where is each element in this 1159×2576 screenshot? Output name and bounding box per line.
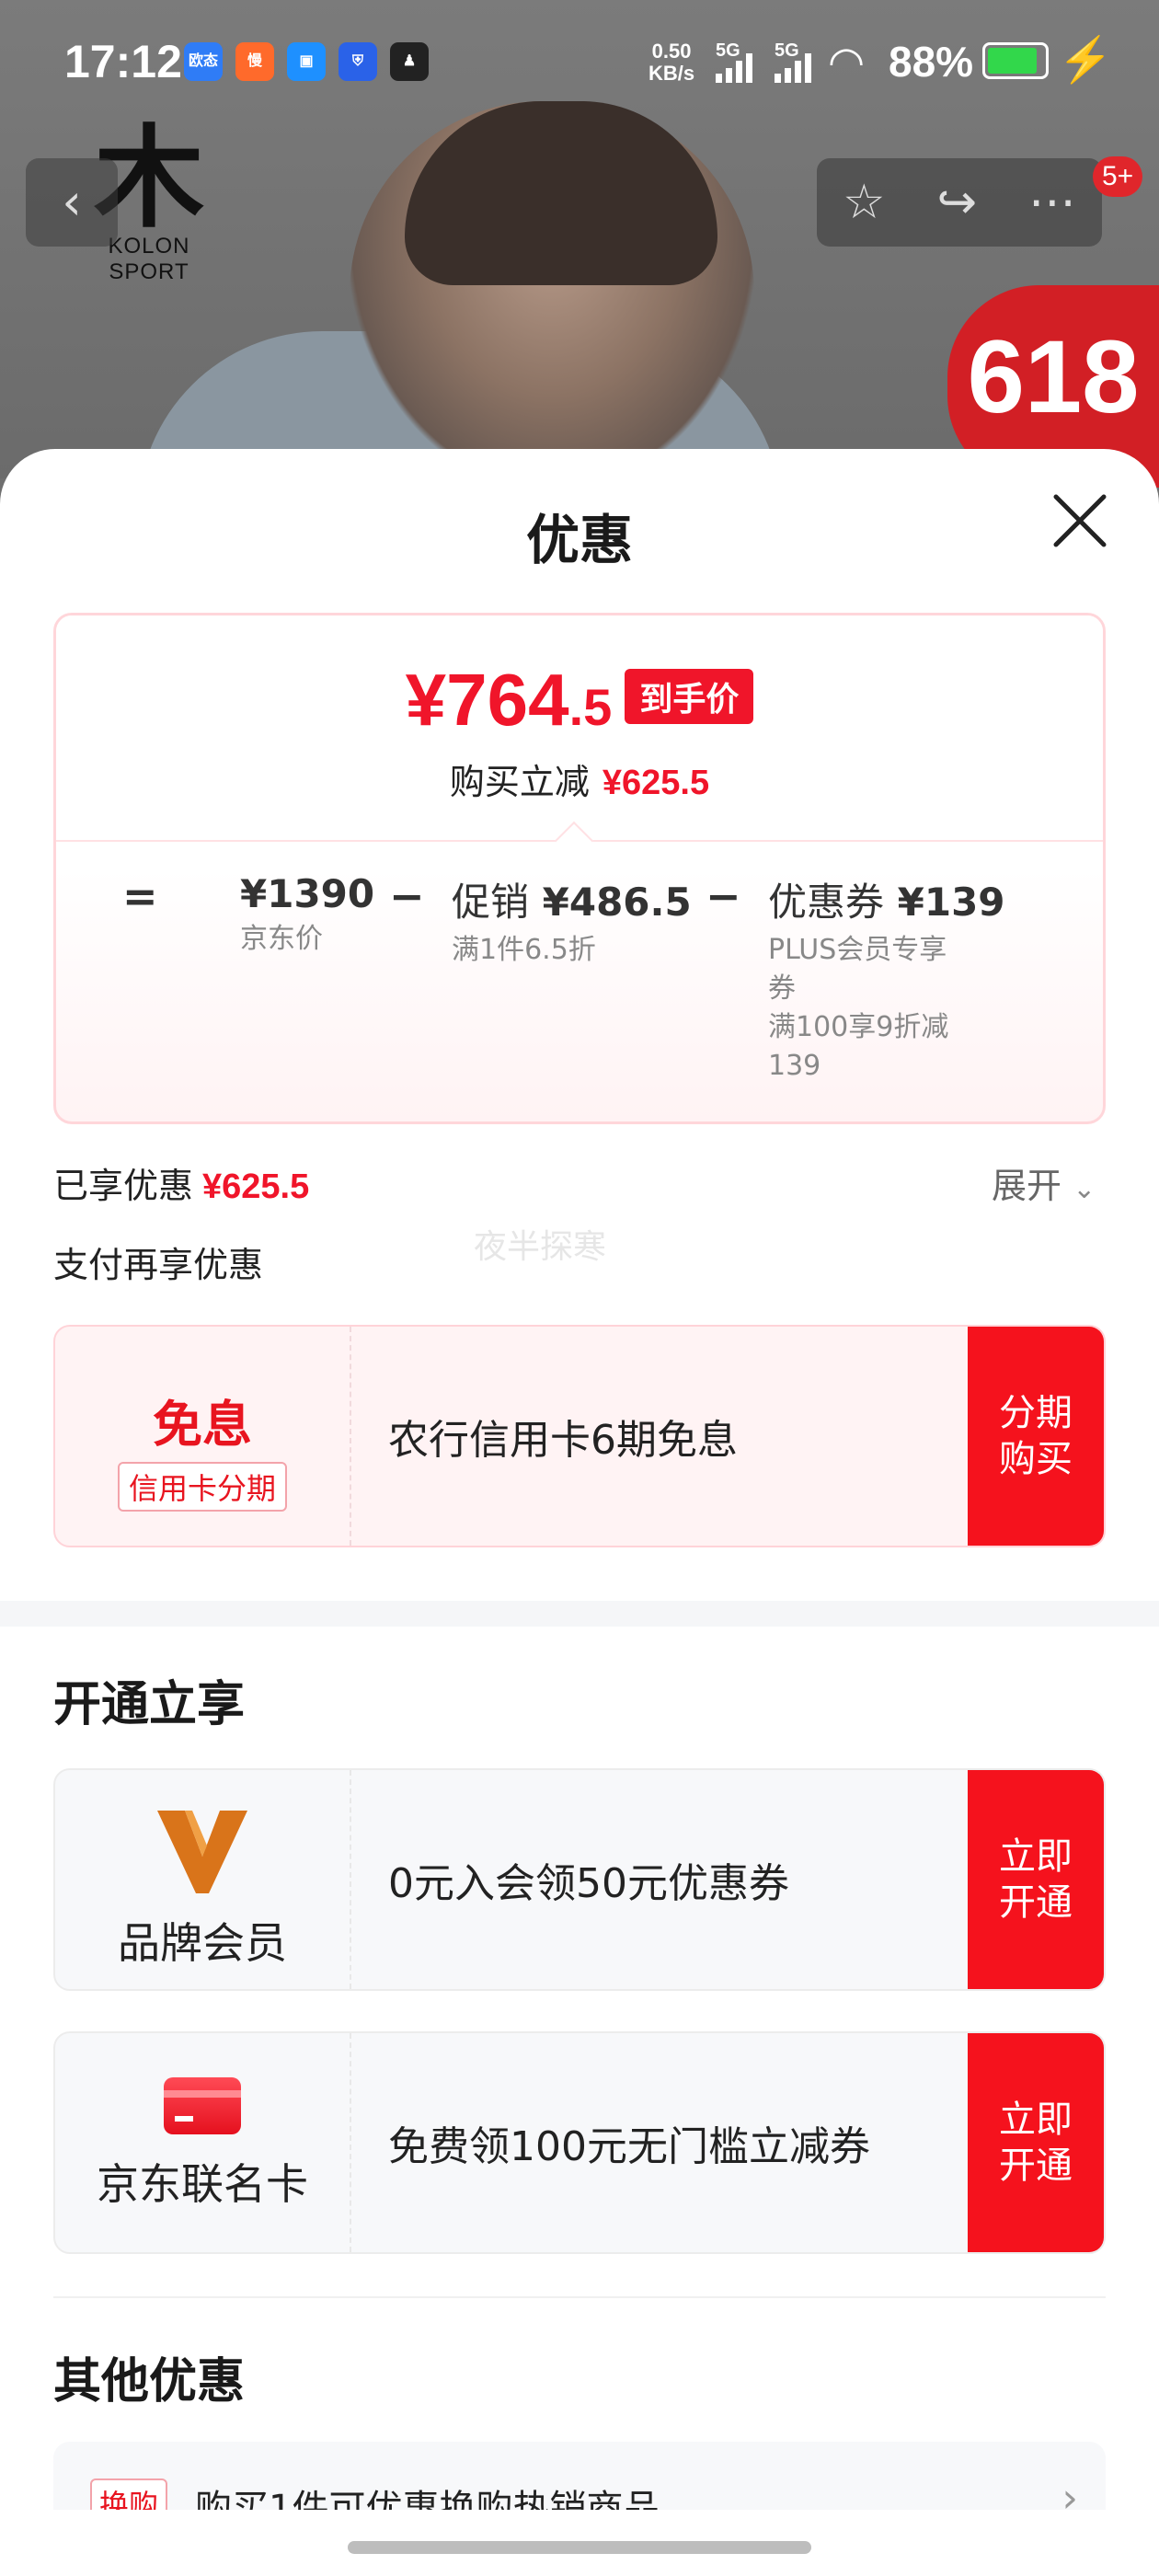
- brand-member-cta-line: 开通: [999, 1881, 1073, 1924]
- close-button[interactable]: [1045, 486, 1115, 556]
- battery-icon: [982, 42, 1049, 79]
- shield-icon: ⛨: [339, 42, 377, 81]
- brand-member-open-button[interactable]: 立即 开通: [968, 1770, 1104, 1989]
- status-bar: 17:12 欧态慢 ▣ ⛨ ♟ 0.50 KB/s 5G 5G ◠ 88% ⚡: [0, 0, 1159, 120]
- expand-button[interactable]: 展开 ⌄: [992, 1157, 1096, 1208]
- brand-member-badge: 品牌会员: [55, 1770, 351, 1989]
- charging-icon: ⚡: [1058, 36, 1113, 85]
- jd-price-desc: 京东价: [240, 923, 323, 955]
- promo-desc: 满1件6.5折: [452, 934, 596, 966]
- notification-icons: 欧态慢 ▣ ⛨ ♟: [184, 42, 429, 81]
- jd-price-col: ¥1390 京东价: [240, 871, 374, 959]
- network-speed-value: 0.50: [651, 40, 692, 63]
- final-price-decimal: .5: [568, 678, 613, 736]
- sim1-signal-icon: [716, 52, 752, 83]
- close-icon: [1053, 494, 1107, 547]
- jd-price-value: ¥1390: [240, 871, 375, 916]
- status-time: 17:12: [64, 36, 182, 87]
- final-price-integer: ¥764: [405, 659, 569, 741]
- coupon-desc-line: PLUS会员专享: [768, 934, 947, 966]
- sim2-signal-icon: [775, 52, 811, 83]
- more-icon[interactable]: ⋯: [1028, 175, 1076, 230]
- installment-title: 免息: [153, 1396, 252, 1454]
- open-section-title: 开通立享: [53, 1677, 246, 1732]
- coupon-desc-line: 139: [768, 1050, 821, 1082]
- installment-promo: 免息 信用卡分期 农行信用卡6期免息 分期 购买: [53, 1325, 1106, 1547]
- installment-tag: 信用卡分期: [117, 1462, 287, 1512]
- purchase-discount: 购买立减 ¥625.5: [56, 753, 1103, 804]
- enjoyed-discount-value: ¥625.5: [202, 1167, 310, 1206]
- jd-card-label: 京东联名卡: [97, 2159, 308, 2209]
- jd-card-badge: 京东联名卡: [55, 2033, 351, 2252]
- price-calculation: = ¥1390 京东价 − 促销 ¥486.5 满1件6.5折 − 优惠券 ¥1…: [56, 871, 1103, 1110]
- manhua-icon: 慢: [235, 42, 274, 81]
- watermark: 夜半探寒: [474, 1228, 607, 1266]
- promo-value: 促销 ¥486.5: [452, 871, 692, 927]
- discount-sheet: 优惠 ¥764.5 到手价 购买立减 ¥625.5 = ¥1390 京东价 − 促销…: [0, 449, 1159, 2576]
- network-speed-unit: KB/s: [648, 62, 695, 85]
- final-price: ¥764.5 到手价: [56, 658, 1103, 742]
- pay-more-title: 支付再享优惠: [53, 1245, 264, 1285]
- sheet-title: 优惠: [525, 509, 633, 571]
- minus-sign-1: −: [389, 871, 425, 921]
- equals-sign: =: [122, 871, 158, 921]
- jd-card-desc: 免费领100元无门槛立减券: [388, 2123, 870, 2170]
- jd-card-cta-line: 开通: [999, 2145, 1073, 2187]
- phone-manager-icon: ▣: [287, 42, 326, 81]
- jd-card-promo: 京东联名卡 免费领100元无门槛立减券 立即 开通: [53, 2031, 1106, 2254]
- coupon-label: 优惠券: [768, 880, 885, 925]
- enjoyed-discount: 已享优惠 ¥625.5: [53, 1157, 309, 1208]
- final-price-tag: 到手价: [625, 669, 754, 724]
- brand-member-promo: 品牌会员 0元入会领50元优惠券 立即 开通: [53, 1768, 1106, 1991]
- brand-member-label: 品牌会员: [118, 1918, 287, 1968]
- coupon-desc-line: 满100享9折减: [768, 1011, 949, 1043]
- coupon-amount: ¥139: [897, 880, 1005, 925]
- coupon-desc: PLUS会员专享 券 满100享9折减 139: [768, 931, 1005, 1086]
- installment-buy-button[interactable]: 分期 购买: [968, 1327, 1104, 1546]
- message-count-badge: 5+: [1093, 156, 1143, 197]
- installment-cta-line: 购买: [999, 1438, 1073, 1480]
- credit-card-icon: [164, 2077, 241, 2134]
- top-action-bar: ☆ ↪ ⋯: [817, 158, 1102, 247]
- wifi-icon: ◠: [828, 38, 866, 86]
- back-button[interactable]: ‹: [26, 158, 118, 247]
- promo-col: 促销 ¥486.5 满1件6.5折: [452, 871, 692, 970]
- promo-label: 促销: [452, 880, 530, 925]
- coupon-desc-line: 券: [768, 972, 796, 1005]
- home-indicator[interactable]: [348, 2541, 811, 2554]
- brand-member-desc: 0元入会领50元优惠券: [388, 1860, 789, 1907]
- share-icon[interactable]: ↪: [937, 175, 978, 230]
- person-icon: ♟: [390, 42, 429, 81]
- jd-card-cta-line: 立即: [999, 2099, 1073, 2141]
- divider: [53, 2296, 1106, 2298]
- installment-cta-line: 分期: [999, 1392, 1073, 1434]
- chevron-left-icon: ‹: [62, 173, 82, 231]
- section-divider: [0, 1601, 1159, 1627]
- brand-member-cta-line: 立即: [999, 1835, 1073, 1878]
- purchase-discount-label: 购买立减: [449, 762, 590, 802]
- installment-desc: 农行信用卡6期免息: [388, 1417, 738, 1464]
- jd-card-open-button[interactable]: 立即 开通: [968, 2033, 1104, 2252]
- other-section-title: 其他优惠: [53, 2354, 246, 2409]
- final-price-amount: ¥764.5: [406, 659, 613, 741]
- star-icon[interactable]: ☆: [843, 175, 886, 230]
- battery-fill: [988, 48, 1037, 74]
- minus-sign-2: −: [706, 871, 741, 921]
- enjoyed-discount-label: 已享优惠: [53, 1166, 194, 1206]
- chevron-down-icon: ⌄: [1073, 1173, 1096, 1205]
- coupon-col: 优惠券 ¥139 PLUS会员专享 券 满100享9折减 139: [768, 871, 1005, 1086]
- oudong-icon: 欧态: [184, 42, 223, 81]
- expand-label: 展开: [992, 1166, 1062, 1206]
- battery-percent: 88%: [889, 38, 974, 86]
- purchase-discount-value: ¥625.5: [602, 764, 710, 802]
- price-breakdown-card: ¥764.5 到手价 购买立减 ¥625.5 = ¥1390 京东价 − 促销 ¥4…: [53, 613, 1106, 1124]
- network-speed: 0.50 KB/s: [648, 40, 694, 85]
- installment-badge: 免息 信用卡分期: [55, 1327, 351, 1546]
- coupon-value: 优惠券 ¥139: [768, 871, 1005, 927]
- promo-amount: ¥486.5: [542, 880, 692, 925]
- brand-member-icon: [157, 1811, 247, 1893]
